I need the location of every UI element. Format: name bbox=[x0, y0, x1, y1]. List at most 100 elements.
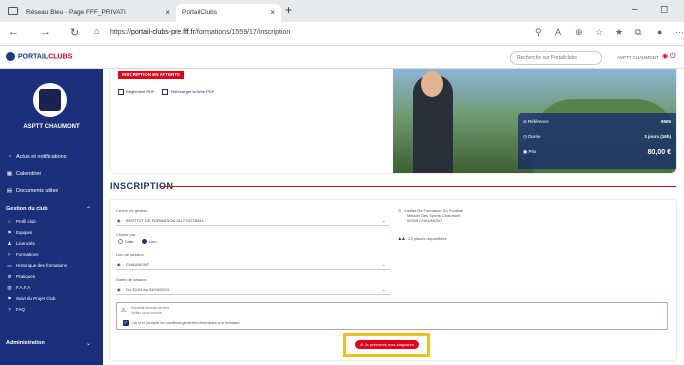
reference-value: 6505 bbox=[660, 119, 671, 124]
coach-head bbox=[421, 71, 443, 97]
sidebar-item-calendrier[interactable]: ▦ Calendrier bbox=[6, 171, 41, 177]
address-bar: ← → ↻ ⌂ https://portail-clubs-pre.fff.fr… bbox=[0, 22, 684, 46]
sidebar-item-profil-club[interactable]: ○ Profil club bbox=[6, 219, 36, 224]
warning-icon: ⚠ bbox=[121, 308, 127, 314]
graduation-icon: ⚐ bbox=[7, 252, 12, 257]
sidebar: ASPTT CHAUMONT ◔ Actus et notifications ▦… bbox=[0, 69, 103, 365]
sidebar-item-formations[interactable]: ⚐ Formations bbox=[6, 252, 39, 258]
sidebar-item-actus[interactable]: ◔ Actus et notifications bbox=[6, 154, 67, 160]
close-icon[interactable]: × bbox=[165, 4, 170, 22]
checkbox-checked-icon: ✓ bbox=[123, 320, 129, 326]
favorite-icon[interactable]: ☆ bbox=[595, 27, 603, 38]
institute-info: ⊙ Institut De Formation Du Football Maiso… bbox=[398, 208, 463, 223]
terms-checkbox[interactable]: ✓ J'ai lu et j'accepte les conditions gén… bbox=[123, 320, 239, 326]
download-fiche-link[interactable]: Télécharger la fiche PDF bbox=[162, 89, 214, 95]
home-icon[interactable]: ⌂ bbox=[94, 26, 99, 36]
url-prefix: https:// bbox=[110, 29, 132, 36]
forward-icon[interactable]: → bbox=[40, 26, 51, 38]
tab-portailclubs[interactable]: PortailClubs × bbox=[176, 4, 281, 22]
help-icon: ? bbox=[8, 307, 11, 312]
sidebar-item-equipes[interactable]: ⚑ Equipes bbox=[6, 230, 32, 236]
choice-label: Choisir par bbox=[116, 232, 136, 237]
sidebar-item-label: Historique des formations bbox=[16, 263, 68, 268]
sidebar-item-faq[interactable]: ? FAQ bbox=[6, 307, 25, 312]
sidebar-item-label: Calendrier bbox=[16, 171, 42, 177]
sidebar-item-label: FAQ bbox=[16, 307, 26, 312]
collections-icon[interactable]: ★ bbox=[615, 27, 623, 38]
minimize-button[interactable]: – bbox=[632, 4, 638, 15]
chevron-down-icon: ⌄ bbox=[381, 287, 386, 293]
url-host: portail-clubs-pre.fff.fr bbox=[131, 29, 195, 36]
window-icon[interactable] bbox=[8, 7, 18, 15]
user-name[interactable]: ASPTT CHAUMONT bbox=[617, 55, 659, 60]
radio-label: Lieu bbox=[149, 239, 157, 244]
url-path: /formations/1559/17/inscription bbox=[194, 29, 291, 36]
warning-box: ⚠ Nouvelle session de test Veillez vous … bbox=[116, 302, 668, 330]
sidebar-item-label: Formations bbox=[16, 252, 39, 257]
read-aloud-icon[interactable]: A bbox=[555, 27, 561, 37]
sidebar-item-historique[interactable]: ▭ Historique des formations bbox=[6, 263, 67, 269]
section-divider bbox=[160, 186, 676, 187]
radio-label: Date bbox=[125, 239, 134, 244]
url-field[interactable]: https://portail-clubs-pre.fff.fr/formati… bbox=[110, 27, 290, 39]
seats-info: ♟♟ 23 places disponibles bbox=[398, 236, 446, 241]
bell-icon: ◔ bbox=[7, 154, 12, 160]
sidebar-group-label: Gestion du club bbox=[6, 206, 48, 212]
radio-date[interactable]: Date bbox=[118, 239, 134, 245]
people-icon: ♟♟ bbox=[398, 236, 406, 241]
close-icon[interactable]: × bbox=[270, 4, 275, 22]
search-input[interactable]: Recherche sur Portailclubs bbox=[510, 51, 602, 65]
new-tab-button[interactable]: + bbox=[285, 3, 292, 17]
dates-label: Dates de session bbox=[116, 277, 147, 282]
sidebar-item-label: Documents utiles bbox=[16, 188, 59, 194]
link-label: Télécharger la fiche PDF bbox=[170, 89, 215, 95]
sidebar-group-administration[interactable]: Administration bbox=[6, 340, 45, 346]
center-select[interactable]: INSTITUT DE FORMATION DU FOOTBALL ⌄ bbox=[116, 216, 390, 226]
team-icon: ⚑ bbox=[7, 230, 12, 235]
price-label: Prix bbox=[528, 149, 537, 154]
reference-row: ⊘ Référence 6505 bbox=[523, 119, 673, 125]
zoom-icon[interactable]: ⊕ bbox=[575, 27, 583, 38]
reload-icon[interactable]: ↻ bbox=[70, 26, 79, 39]
sidebar-item-label: F.A.F.A bbox=[16, 285, 31, 290]
chevron-down-icon: ⌄ bbox=[381, 218, 386, 224]
sidebar-item-label: Equipes bbox=[16, 230, 33, 235]
sidebar-item-projet-club[interactable]: ⚑ Suivi du Projet Club bbox=[6, 296, 56, 302]
tab-reseau-bleu[interactable]: Réseau Bleu - Page FFF_PRIVATI × bbox=[26, 4, 176, 22]
hero-image: ⊘ Référence 6505 ◷ Durée 3 jours (16h) ▣ P… bbox=[393, 69, 676, 173]
price-row: ▣ Prix 80,00 € bbox=[523, 149, 673, 156]
profile-icon[interactable]: ● bbox=[657, 27, 662, 37]
sidebar-item-label: Pratiques bbox=[16, 274, 36, 279]
warning-text: Nouvelle session de test Veillez vous in… bbox=[131, 306, 169, 315]
sidebar-item-label: Suivi du Projet Club bbox=[16, 296, 56, 301]
sidebar-item-licencies[interactable]: ♟ Licenciés bbox=[6, 241, 34, 247]
sidebar-group-gestion[interactable]: Gestion du club bbox=[6, 206, 48, 212]
extensions-icon[interactable]: ⧉ bbox=[635, 27, 641, 38]
link-label: Règlement PDF bbox=[126, 89, 155, 95]
sidebar-item-fafa[interactable]: ▥ F.A.F.A bbox=[6, 285, 30, 291]
center-value: INSTITUT DE FORMATION DU FOOTBALL bbox=[126, 218, 205, 223]
radio-lieu[interactable]: Lieu bbox=[142, 239, 157, 245]
flag-icon: ⚑ bbox=[7, 296, 12, 301]
chevron-up-icon[interactable]: ⌃ bbox=[86, 206, 91, 213]
warning-line-1: Nouvelle session de test bbox=[131, 306, 169, 310]
sidebar-item-pratiques[interactable]: ⚙ Pratiques bbox=[6, 274, 35, 280]
browser-tab-bar: Réseau Bleu - Page FFF_PRIVATI × Portail… bbox=[0, 0, 684, 22]
user-icon[interactable]: ◉ ⏻ bbox=[662, 52, 676, 61]
reglement-pdf-link[interactable]: Règlement PDF bbox=[118, 89, 154, 95]
preinscribe-button[interactable]: ⊕ Je préinscris mes stagiaires bbox=[355, 340, 419, 349]
search-icon[interactable]: ⚲ bbox=[535, 27, 542, 38]
place-label: Lieu de session bbox=[116, 252, 144, 257]
more-icon[interactable]: ⋯ bbox=[675, 27, 684, 38]
back-icon[interactable]: ← bbox=[8, 26, 19, 38]
chevron-down-icon[interactable]: ⌄ bbox=[86, 340, 91, 347]
status-badge: INSCRIPTION EN ATTENTE bbox=[118, 71, 185, 79]
document-icon: ▤ bbox=[6, 188, 13, 194]
restore-button[interactable]: ◻ bbox=[660, 4, 668, 15]
dates-select[interactable]: Du 22/04 au 24/04/2024 ⌄ bbox=[116, 285, 390, 295]
sidebar-item-documents[interactable]: ▤ Documents utiles bbox=[6, 188, 58, 194]
grid-icon: ▥ bbox=[7, 285, 12, 290]
place-select[interactable]: CHAUMONT ⌄ bbox=[116, 260, 390, 270]
portail-clubs-logo[interactable]: PORTAILCLUBS bbox=[6, 52, 72, 61]
training-info-panel: ⊘ Référence 6505 ◷ Durée 3 jours (16h) ▣ P… bbox=[518, 113, 676, 169]
